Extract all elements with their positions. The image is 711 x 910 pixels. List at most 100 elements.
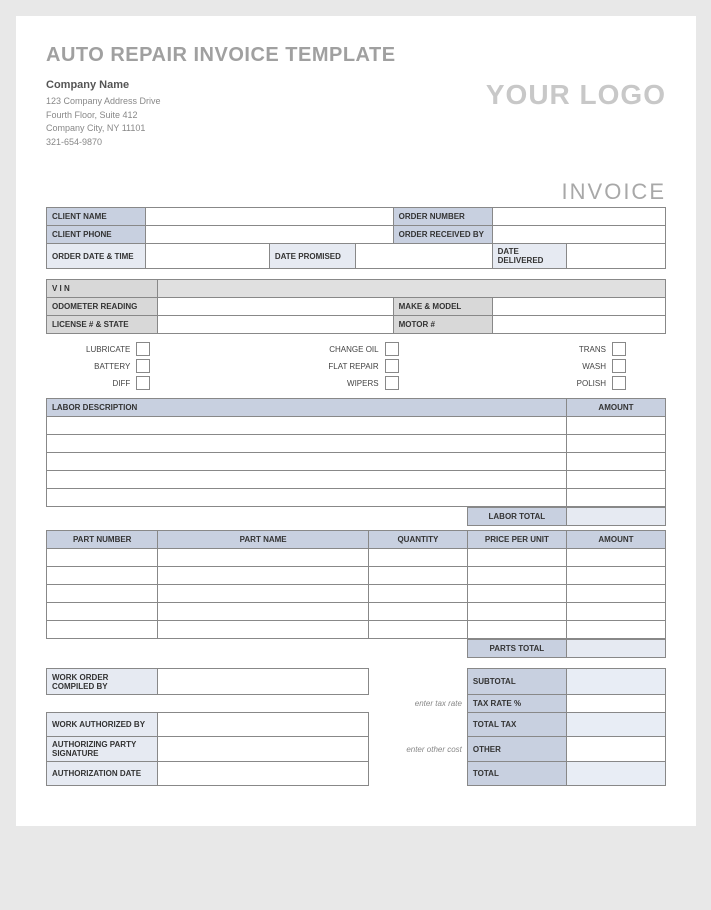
subtotal-value — [566, 669, 665, 695]
labor-row[interactable] — [47, 453, 567, 471]
order-received-field[interactable] — [492, 226, 665, 244]
labor-row[interactable] — [47, 489, 567, 507]
client-order-table: CLIENT NAME ORDER NUMBER CLIENT PHONE OR… — [46, 207, 666, 269]
invoice-page: AUTO REPAIR INVOICE TEMPLATE Company Nam… — [16, 16, 696, 826]
vin-field[interactable] — [158, 280, 666, 298]
check-col-2: CHANGE OIL FLAT REPAIR WIPERS — [328, 342, 398, 390]
check-lubricate-label: LUBRICATE — [86, 345, 130, 354]
check-col-1: LUBRICATE BATTERY DIFF — [86, 342, 150, 390]
make-model-field[interactable] — [492, 298, 665, 316]
motor-label: MOTOR # — [393, 316, 492, 334]
check-wash[interactable] — [612, 359, 626, 373]
invoice-label: INVOICE — [46, 179, 666, 205]
check-diff[interactable] — [136, 376, 150, 390]
vehicle-table: V I N ODOMETER READING MAKE & MODEL LICE… — [46, 279, 666, 334]
check-battery[interactable] — [136, 359, 150, 373]
total-label: TOTAL — [467, 762, 566, 786]
tax-hint: enter tax rate — [368, 695, 467, 713]
labor-table: LABOR DESCRIPTION AMOUNT — [46, 398, 666, 507]
check-wipers[interactable] — [385, 376, 399, 390]
license-label: LICENSE # & STATE — [47, 316, 158, 334]
parts-total-value — [566, 640, 665, 658]
check-flatrepair[interactable] — [385, 359, 399, 373]
parts-row[interactable] — [47, 585, 158, 603]
company-addr2: Fourth Floor, Suite 412 — [46, 109, 161, 123]
authorized-field[interactable] — [158, 713, 368, 737]
other-hint: enter other cost — [368, 737, 467, 762]
page-title: AUTO REPAIR INVOICE TEMPLATE — [46, 44, 666, 67]
check-lubricate[interactable] — [136, 342, 150, 356]
subtotal-label: SUBTOTAL — [467, 669, 566, 695]
header: Company Name 123 Company Address Drive F… — [46, 79, 666, 149]
labor-total-label: LABOR TOTAL — [467, 508, 566, 526]
totaltax-label: TOTAL TAX — [467, 713, 566, 737]
other-value[interactable] — [566, 737, 665, 762]
order-received-label: ORDER RECEIVED BY — [393, 226, 492, 244]
date-promised-label: DATE PROMISED — [269, 244, 356, 269]
parts-row[interactable] — [47, 621, 158, 639]
check-polish[interactable] — [612, 376, 626, 390]
order-date-label: ORDER DATE & TIME — [47, 244, 146, 269]
check-col-3: TRANS WASH POLISH — [577, 342, 626, 390]
compiled-label: WORK ORDER COMPILED BY — [47, 669, 158, 695]
parts-table: PART NUMBER PART NAME QUANTITY PRICE PER… — [46, 530, 666, 639]
order-date-field[interactable] — [146, 244, 270, 269]
taxrate-value[interactable] — [566, 695, 665, 713]
client-phone-label: CLIENT PHONE — [47, 226, 146, 244]
client-name-label: CLIENT NAME — [47, 208, 146, 226]
authdate-field[interactable] — [158, 762, 368, 786]
company-phone: 321-654-9870 — [46, 136, 161, 150]
parts-row[interactable] — [47, 603, 158, 621]
labor-row[interactable] — [47, 435, 567, 453]
labor-row[interactable] — [47, 471, 567, 489]
parts-row[interactable] — [47, 567, 158, 585]
labor-amount[interactable] — [566, 417, 665, 435]
labor-total-value — [566, 508, 665, 526]
labor-desc-header: LABOR DESCRIPTION — [47, 399, 567, 417]
labor-amount[interactable] — [566, 435, 665, 453]
company-addr1: 123 Company Address Drive — [46, 95, 161, 109]
check-diff-label: DIFF — [113, 379, 131, 388]
labor-amount-header: AMOUNT — [566, 399, 665, 417]
labor-amount[interactable] — [566, 489, 665, 507]
check-flatrepair-label: FLAT REPAIR — [328, 362, 378, 371]
parts-qty-header: QUANTITY — [368, 531, 467, 549]
check-trans-label: TRANS — [579, 345, 606, 354]
odometer-label: ODOMETER READING — [47, 298, 158, 316]
parts-total-row: PARTS TOTAL — [46, 639, 666, 658]
check-wash-label: WASH — [582, 362, 606, 371]
client-phone-field[interactable] — [146, 226, 394, 244]
parts-total-label: PARTS TOTAL — [467, 640, 566, 658]
labor-total-row: LABOR TOTAL — [46, 507, 666, 526]
check-changeoil-label: CHANGE OIL — [329, 345, 378, 354]
parts-pn-header: PART NUMBER — [47, 531, 158, 549]
authdate-label: AUTHORIZATION DATE — [47, 762, 158, 786]
signature-label: AUTHORIZING PARTY SIGNATURE — [47, 737, 158, 762]
taxrate-label: TAX RATE % — [467, 695, 566, 713]
client-name-field[interactable] — [146, 208, 394, 226]
parts-name-header: PART NAME — [158, 531, 368, 549]
make-model-label: MAKE & MODEL — [393, 298, 492, 316]
date-promised-field[interactable] — [356, 244, 492, 269]
compiled-field[interactable] — [158, 669, 368, 695]
motor-field[interactable] — [492, 316, 665, 334]
labor-amount[interactable] — [566, 453, 665, 471]
total-value — [566, 762, 665, 786]
check-changeoil[interactable] — [385, 342, 399, 356]
check-polish-label: POLISH — [577, 379, 606, 388]
order-number-field[interactable] — [492, 208, 665, 226]
signature-field[interactable] — [158, 737, 368, 762]
check-battery-label: BATTERY — [94, 362, 130, 371]
parts-row[interactable] — [47, 549, 158, 567]
other-label: OTHER — [467, 737, 566, 762]
date-delivered-field[interactable] — [566, 244, 665, 269]
labor-amount[interactable] — [566, 471, 665, 489]
odometer-field[interactable] — [158, 298, 393, 316]
company-name: Company Name — [46, 79, 161, 91]
license-field[interactable] — [158, 316, 393, 334]
totaltax-value — [566, 713, 665, 737]
check-trans[interactable] — [612, 342, 626, 356]
labor-row[interactable] — [47, 417, 567, 435]
bottom-section: WORK ORDER COMPILED BY SUBTOTAL enter ta… — [46, 668, 666, 786]
order-number-label: ORDER NUMBER — [393, 208, 492, 226]
